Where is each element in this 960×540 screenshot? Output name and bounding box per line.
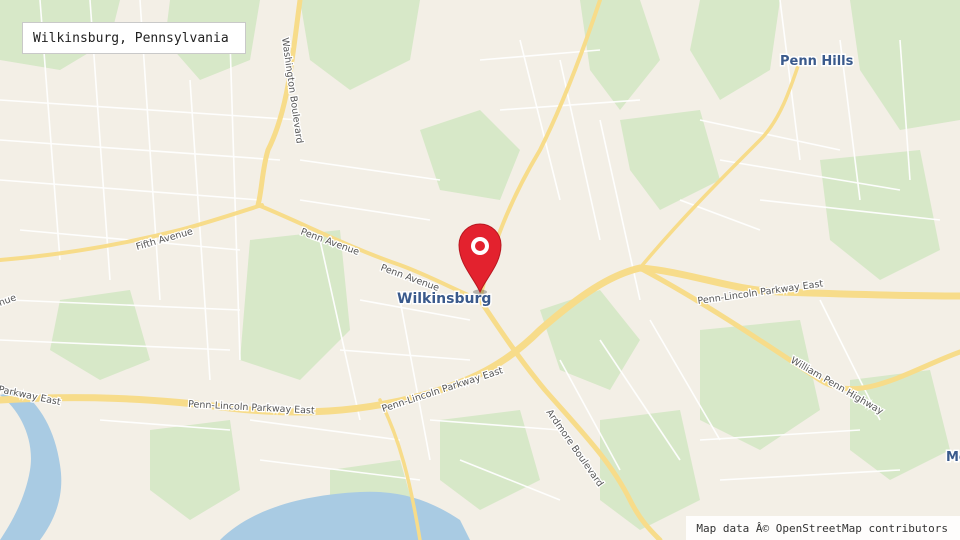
location-title-box: Wilkinsburg, Pennsylvania <box>22 22 246 54</box>
map-canvas[interactable]: Washington Boulevard Fifth Avenue Penn A… <box>0 0 960 540</box>
location-title: Wilkinsburg, Pennsylvania <box>33 30 229 46</box>
place-label-edge: Mo <box>946 450 960 465</box>
attribution-text[interactable]: Map data Â© OpenStreetMap contributors <box>696 522 948 535</box>
map-attribution[interactable]: Map data Â© OpenStreetMap contributors <box>686 516 960 540</box>
place-label-penn-hills: Penn Hills <box>780 54 854 69</box>
